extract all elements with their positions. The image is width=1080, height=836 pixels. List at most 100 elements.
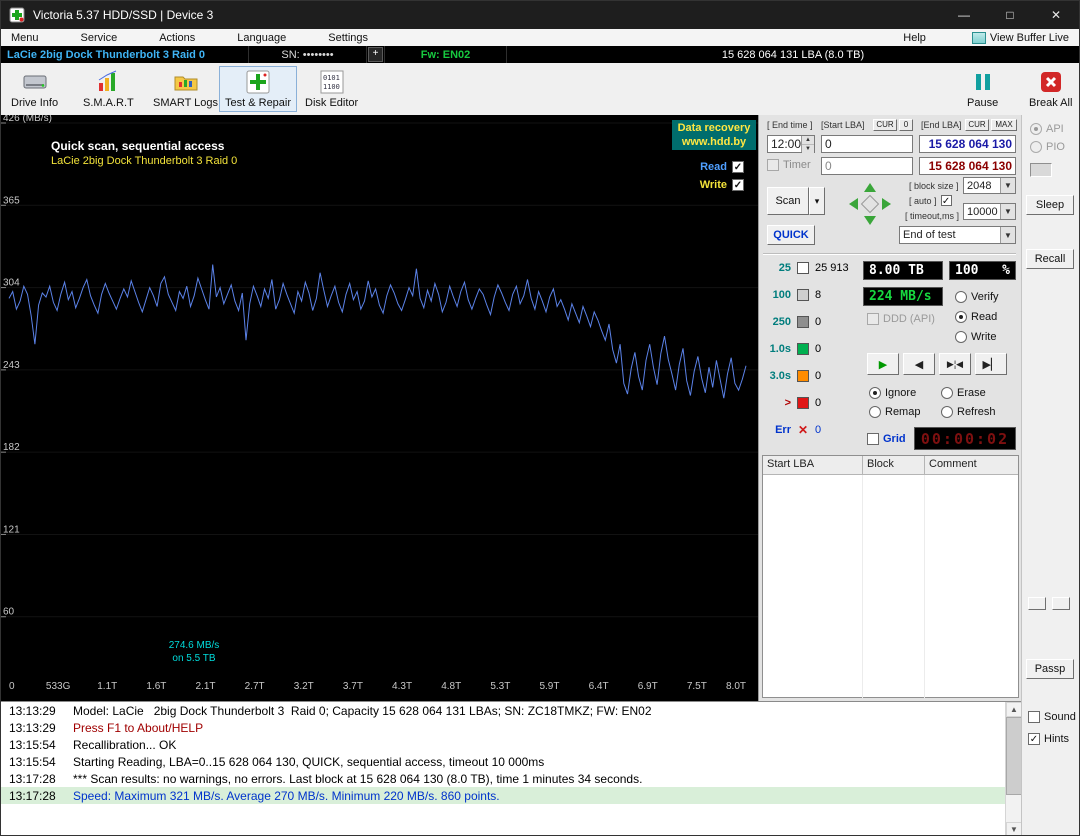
write-toggle[interactable]: Write: [700, 179, 744, 191]
block-size-select[interactable]: 2048▼: [963, 177, 1016, 194]
timer-checkbox[interactable]: [767, 159, 779, 171]
toolbar-button-drive-info[interactable]: Drive Info: [5, 66, 64, 112]
table-header-start-lba[interactable]: Start LBA: [763, 456, 863, 474]
play-button[interactable]: ▶: [867, 353, 899, 375]
stat-row-250: 2500: [765, 316, 821, 328]
end-lba-max-button[interactable]: MAX: [991, 119, 1017, 131]
quick-button[interactable]: QUICK: [767, 225, 815, 245]
end-lba-cur-button[interactable]: CUR: [965, 119, 989, 131]
control-panel: [ End time ] [Start LBA] CUR 0 [End LBA]…: [758, 115, 1021, 701]
write-checkbox[interactable]: [732, 179, 744, 191]
ddd-api-toggle[interactable]: DDD (API): [867, 313, 935, 325]
menu-item-settings[interactable]: Settings: [318, 32, 378, 44]
menu-item-service[interactable]: Service: [71, 32, 128, 44]
repair-icon: [245, 69, 271, 95]
sleep-button[interactable]: Sleep: [1026, 195, 1074, 215]
break-all-button[interactable]: Break All: [1023, 66, 1078, 112]
auto-checkbox[interactable]: [941, 195, 952, 206]
timeout-select[interactable]: 10000▼: [963, 203, 1016, 220]
svg-text:533G: 533G: [46, 681, 71, 692]
passp-button[interactable]: Passp: [1026, 659, 1074, 679]
sound-toggle[interactable]: Sound: [1028, 711, 1076, 723]
small-button-1[interactable]: [1028, 597, 1046, 610]
hints-toggle[interactable]: Hints: [1028, 733, 1069, 745]
start-lba-zero-button[interactable]: 0: [899, 119, 913, 131]
maximize-button[interactable]: □: [987, 1, 1033, 29]
end-lba-input-2[interactable]: 15 628 064 130: [919, 157, 1016, 175]
log-row: 13:17:28*** Scan results: no warnings, n…: [1, 770, 1021, 787]
svg-text:4.3T: 4.3T: [392, 681, 412, 692]
timer-input[interactable]: 0: [821, 157, 913, 175]
end-lba-input[interactable]: 15 628 064 130: [919, 135, 1016, 153]
read-radio[interactable]: Read: [955, 311, 997, 323]
scrollbar-thumb[interactable]: [1006, 717, 1021, 795]
pio-radio[interactable]: PIO: [1030, 141, 1065, 153]
seven-segment-timer: 00:00:02: [914, 427, 1016, 450]
start-lba-input[interactable]: 0: [821, 135, 913, 153]
stat-color-square: [797, 289, 809, 301]
app-window: Victoria 5.37 HDD/SSD | Device 3 — □ ✕ M…: [0, 0, 1080, 836]
menu-item-menu[interactable]: Menu: [1, 32, 49, 44]
stat-color-square: [797, 262, 809, 274]
log-time: 13:15:54: [1, 755, 73, 769]
write-radio[interactable]: Write: [955, 331, 996, 343]
log-scrollbar[interactable]: ▲ ▼: [1005, 702, 1021, 836]
end-time-spin-buttons[interactable]: ▲▼: [801, 136, 814, 152]
toolbar: Drive Info S.M.A.R.TSMART LogsTest & Repa…: [1, 63, 1079, 116]
end-time-spinner[interactable]: 12:00 ▲▼: [767, 135, 815, 153]
grid-toggle[interactable]: Grid: [867, 433, 906, 445]
read-checkbox[interactable]: [732, 161, 744, 173]
menu-item-language[interactable]: Language: [227, 32, 296, 44]
minimize-button[interactable]: —: [941, 1, 987, 29]
scan-button[interactable]: Scan: [767, 187, 809, 215]
ddd-api-checkbox[interactable]: [867, 313, 879, 325]
view-buffer-label: View Buffer Live: [990, 32, 1069, 44]
toolbar-button-smart[interactable]: S.M.A.R.T: [77, 66, 140, 112]
menu-item-actions[interactable]: Actions: [149, 32, 205, 44]
stat-color-square: [797, 316, 809, 328]
recall-button[interactable]: Recall: [1026, 249, 1074, 269]
close-button[interactable]: ✕: [1033, 1, 1079, 29]
remap-radio[interactable]: Remap: [869, 406, 920, 418]
start-lba-cur-button[interactable]: CUR: [873, 119, 897, 131]
svg-text:3.7T: 3.7T: [343, 681, 363, 692]
log-row: 13:15:54Starting Reading, LBA=0..15 628 …: [1, 753, 1021, 770]
table-header-block[interactable]: Block: [863, 456, 925, 474]
seek-end-button[interactable]: ▶▏: [975, 353, 1007, 375]
menu-help[interactable]: Help: [893, 32, 936, 44]
toolbar-button-smart-logs[interactable]: SMART Logs: [147, 66, 224, 112]
break-all-label: Break All: [1029, 97, 1072, 109]
auto-toggle[interactable]: [ auto ]: [909, 195, 952, 206]
hints-checkbox[interactable]: [1028, 733, 1040, 745]
log-message: *** Scan results: no warnings, no errors…: [73, 772, 642, 786]
seek-pad[interactable]: [845, 179, 895, 229]
pause-button[interactable]: Pause: [961, 66, 1004, 112]
sn-reveal-button[interactable]: +: [368, 47, 383, 62]
grid-checkbox[interactable]: [867, 433, 879, 445]
end-of-test-select[interactable]: End of test▼: [899, 226, 1016, 244]
ignore-radio[interactable]: Ignore: [869, 387, 916, 399]
window-title: Victoria 5.37 HDD/SSD | Device 3: [33, 8, 213, 22]
error-x-icon: ✕: [797, 424, 809, 436]
refresh-radio[interactable]: Refresh: [941, 406, 996, 418]
seek-back-button[interactable]: ◀: [903, 353, 935, 375]
sound-checkbox[interactable]: [1028, 711, 1040, 723]
scroll-down-icon[interactable]: ▼: [1006, 822, 1021, 836]
api-radio[interactable]: API: [1030, 123, 1064, 135]
verify-radio[interactable]: Verify: [955, 291, 999, 303]
timer-toggle[interactable]: Timer: [767, 159, 811, 171]
svg-text:5.3T: 5.3T: [490, 681, 510, 692]
scroll-up-icon[interactable]: ▲: [1006, 702, 1021, 717]
small-button-2[interactable]: [1052, 597, 1070, 610]
view-buffer-live-button[interactable]: View Buffer Live: [972, 32, 1069, 44]
scan-dropdown-button[interactable]: ▾: [809, 187, 825, 215]
seek-button[interactable]: ▶¦◀: [939, 353, 971, 375]
read-toggle[interactable]: Read: [700, 161, 744, 173]
toolbar-button-test-repair[interactable]: Test & Repair: [219, 66, 297, 112]
table-column-block: [863, 475, 925, 698]
table-column-startlba: [763, 475, 863, 698]
erase-radio[interactable]: Erase: [941, 387, 986, 399]
table-header-comment[interactable]: Comment: [925, 456, 1018, 474]
log-message: Recallibration... OK: [73, 738, 176, 752]
toolbar-button-disk-editor[interactable]: 01011100Disk Editor: [299, 66, 364, 112]
